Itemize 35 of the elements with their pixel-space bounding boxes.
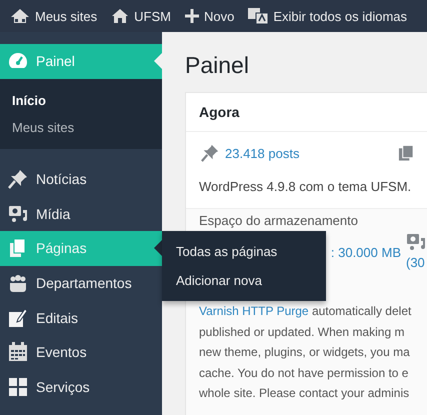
pin-icon bbox=[201, 144, 219, 162]
people-icon bbox=[8, 273, 28, 294]
version-text: WordPress 4.9.8 com o tema UFSM. bbox=[199, 178, 412, 196]
pages-icon bbox=[398, 144, 415, 162]
sidebar-item[interactable]: Mídia bbox=[0, 196, 162, 232]
sidebar-item[interactable]: Eventos bbox=[0, 335, 162, 370]
translate-icon bbox=[248, 8, 268, 24]
admin-bar-link[interactable]: Meus sites bbox=[10, 8, 98, 24]
houses-icon bbox=[10, 8, 30, 24]
notice-text: Varnish HTTP Purge automatically delet published or updated. When making m new theme, plugins, or widgets, you ma cache. You do not have permission to e whole site. Please contact your adminis bbox=[199, 303, 412, 402]
edit-icon bbox=[8, 308, 28, 328]
flyout-item[interactable]: Adicionar nova bbox=[162, 266, 326, 296]
flyout-item[interactable]: Todas as páginas bbox=[162, 237, 326, 266]
submenu-item[interactable]: Meus sites bbox=[0, 114, 162, 141]
sidebar-item[interactable]: Serviços bbox=[0, 370, 162, 404]
sidebar-item[interactable]: Notícias bbox=[0, 162, 162, 196]
home-icon bbox=[111, 8, 130, 24]
page-title: Painel bbox=[185, 51, 250, 80]
pin-icon bbox=[8, 169, 28, 190]
grid-icon bbox=[8, 377, 28, 398]
usage-percent: (30 bbox=[406, 255, 426, 270]
camera-music-icon bbox=[8, 204, 28, 224]
plugin-link[interactable]: Varnish HTTP Purge bbox=[199, 304, 309, 318]
calendar-icon bbox=[8, 342, 28, 362]
admin-bar-link[interactable]: UFSM bbox=[111, 8, 171, 24]
pointer-icon bbox=[154, 53, 162, 70]
storage-label: Espaço do armazenamento bbox=[199, 212, 359, 230]
submenu-item[interactable]: Início bbox=[0, 86, 162, 114]
card-title: Agora bbox=[186, 93, 427, 132]
plus-icon bbox=[184, 9, 199, 23]
admin-bar-link[interactable]: Exibir todos os idiomas bbox=[248, 8, 408, 24]
posts-link[interactable]: 23.418 posts bbox=[225, 146, 300, 160]
sidebar-item[interactable]: Departamentos bbox=[0, 266, 162, 300]
admin-bar-link[interactable]: Novo bbox=[184, 8, 234, 24]
sidebar-item[interactable]: Editais bbox=[0, 300, 162, 336]
